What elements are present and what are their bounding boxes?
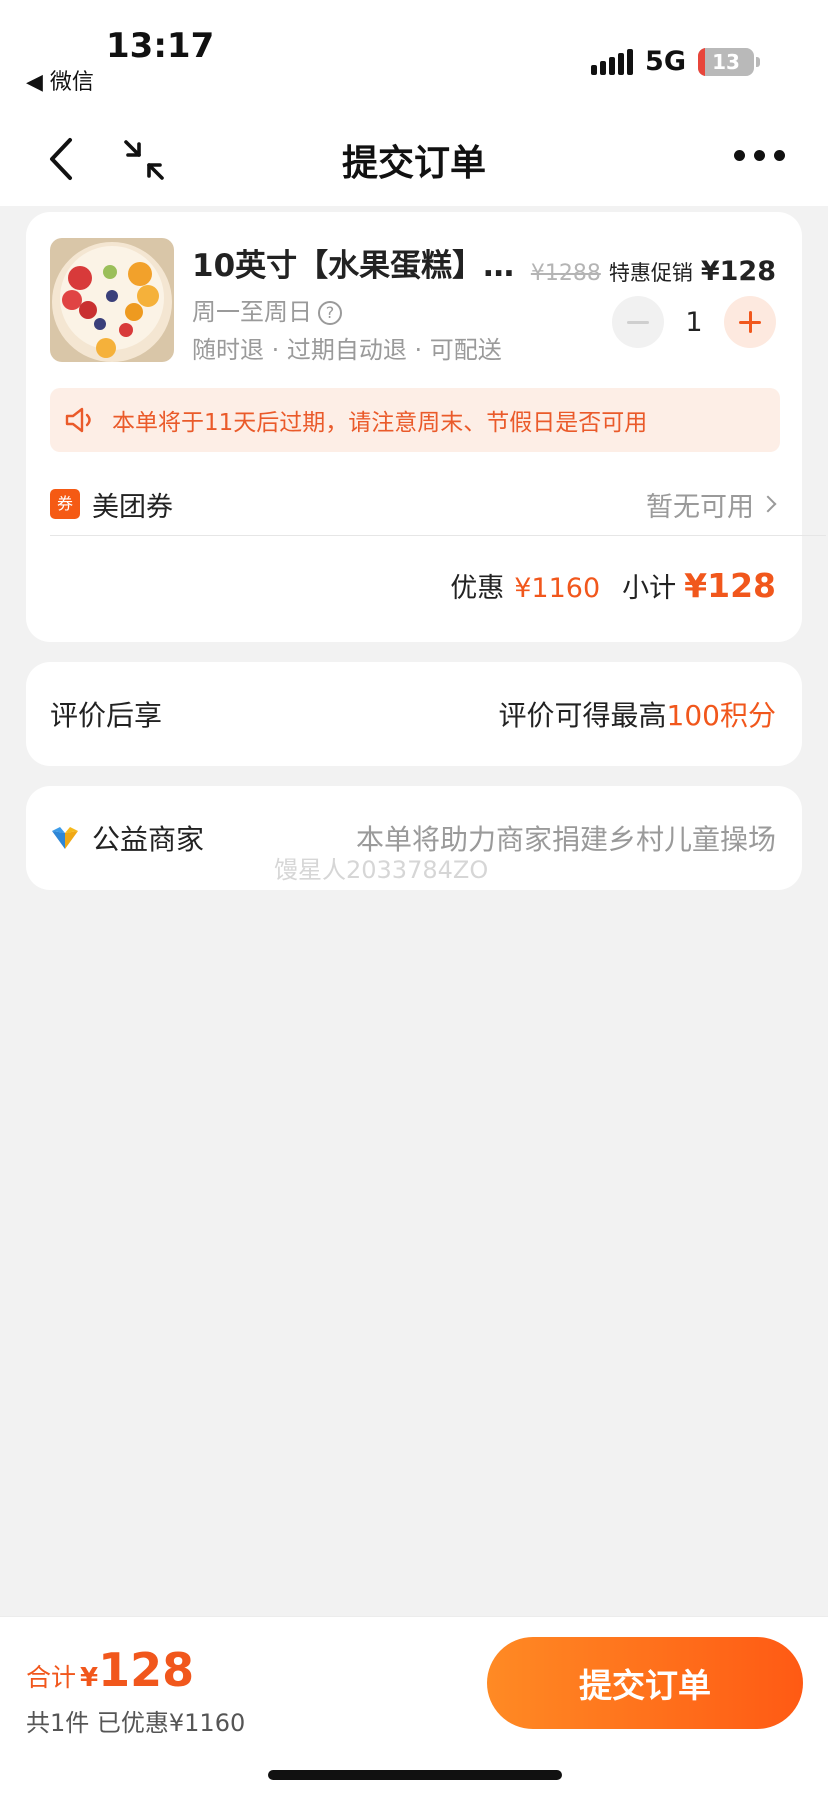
chevron-right-icon [759, 495, 777, 513]
charity-heart-icon [52, 827, 78, 849]
total-value: 128 [98, 1643, 195, 1697]
battery-percent: 13 [712, 49, 740, 74]
home-indicator [268, 1770, 562, 1780]
signal-icon [591, 48, 634, 75]
review-reward-prefix: 评价可得最高 [498, 699, 667, 732]
coupon-row[interactable]: 券 美团券 暂无可用 [50, 474, 780, 534]
speaker-icon [65, 407, 91, 433]
price-row: ¥1288 特惠促销 ¥128 [531, 256, 776, 287]
quantity-value[interactable]: 1 [664, 307, 724, 338]
status-indicators: 5G 13 [591, 46, 760, 77]
valid-days: 周一至周日 [192, 298, 312, 326]
item-count-discount: 共1件 已优惠¥1160 [26, 1709, 246, 1737]
plus-icon[interactable] [724, 296, 776, 348]
divider [50, 535, 826, 536]
cake-image [50, 238, 174, 362]
minus-icon[interactable] [612, 296, 664, 348]
coupon-status-text: 暂无可用 [646, 491, 754, 523]
submit-order-button[interactable]: 提交订单 [487, 1637, 803, 1729]
total-label: 合计 [26, 1663, 77, 1692]
charity-label-row: 公益商家 [50, 786, 204, 890]
original-price: ¥1288 [530, 261, 601, 286]
promo-label: 特惠促销 [608, 261, 693, 285]
refund-policy: 随时退 · 过期自动退 · 可配送 [192, 336, 502, 364]
page-title: 提交订单 [341, 143, 486, 184]
subtotal-row: 优惠 ¥1160 小计 ¥128 [450, 566, 776, 605]
valid-days-row: 周一至周日? [192, 292, 342, 327]
review-reward-points: 100积分 [666, 699, 776, 732]
network-type: 5G [645, 46, 686, 77]
discount-value: ¥1160 [514, 573, 601, 604]
subtotal-value: ¥128 [684, 566, 776, 605]
battery-icon: 13 [698, 47, 754, 76]
total-currency: ¥ [80, 1663, 99, 1693]
more-dots-icon[interactable] [734, 150, 785, 161]
return-to-app-link[interactable]: ◀ 微信 [26, 64, 94, 96]
battery-tip [756, 56, 760, 67]
review-label: 评价后享 [50, 699, 163, 732]
coupon-label: 美团券 [92, 491, 173, 523]
status-time: 13:17 [106, 26, 215, 66]
product-title[interactable]: 10英寸【水果蛋糕】… [192, 240, 514, 285]
coupon-icon: 券 [50, 489, 80, 519]
quantity-stepper: 1 [612, 296, 776, 348]
coupon-status: 暂无可用 [646, 485, 780, 524]
review-reward-card[interactable]: 评价后享 评价可得最高 100积分 [26, 662, 802, 766]
subtotal-label: 小计 [622, 573, 677, 604]
discount-label: 优惠 [450, 573, 505, 604]
total-line: 合计 ¥ 128 [26, 1643, 194, 1697]
notice-text: 本单将于11天后过期，请注意周末、节假日是否可用 [112, 410, 648, 436]
help-icon[interactable]: ? [318, 301, 342, 325]
charity-label: 公益商家 [92, 823, 205, 856]
product-card: 10英寸【水果蛋糕】… 周一至周日? 随时退 · 过期自动退 · 可配送 ¥12… [26, 212, 826, 642]
watermark: 馒星人2033784ZO [274, 856, 489, 884]
bottom-checkout-bar: 合计 ¥ 128 共1件 已优惠¥1160 提交订单 [0, 1616, 828, 1796]
review-reward: 评价可得最高 100积分 [499, 662, 776, 766]
expiry-notice: 本单将于11天后过期，请注意周末、节假日是否可用 [50, 388, 780, 452]
current-price: ¥128 [700, 256, 776, 287]
